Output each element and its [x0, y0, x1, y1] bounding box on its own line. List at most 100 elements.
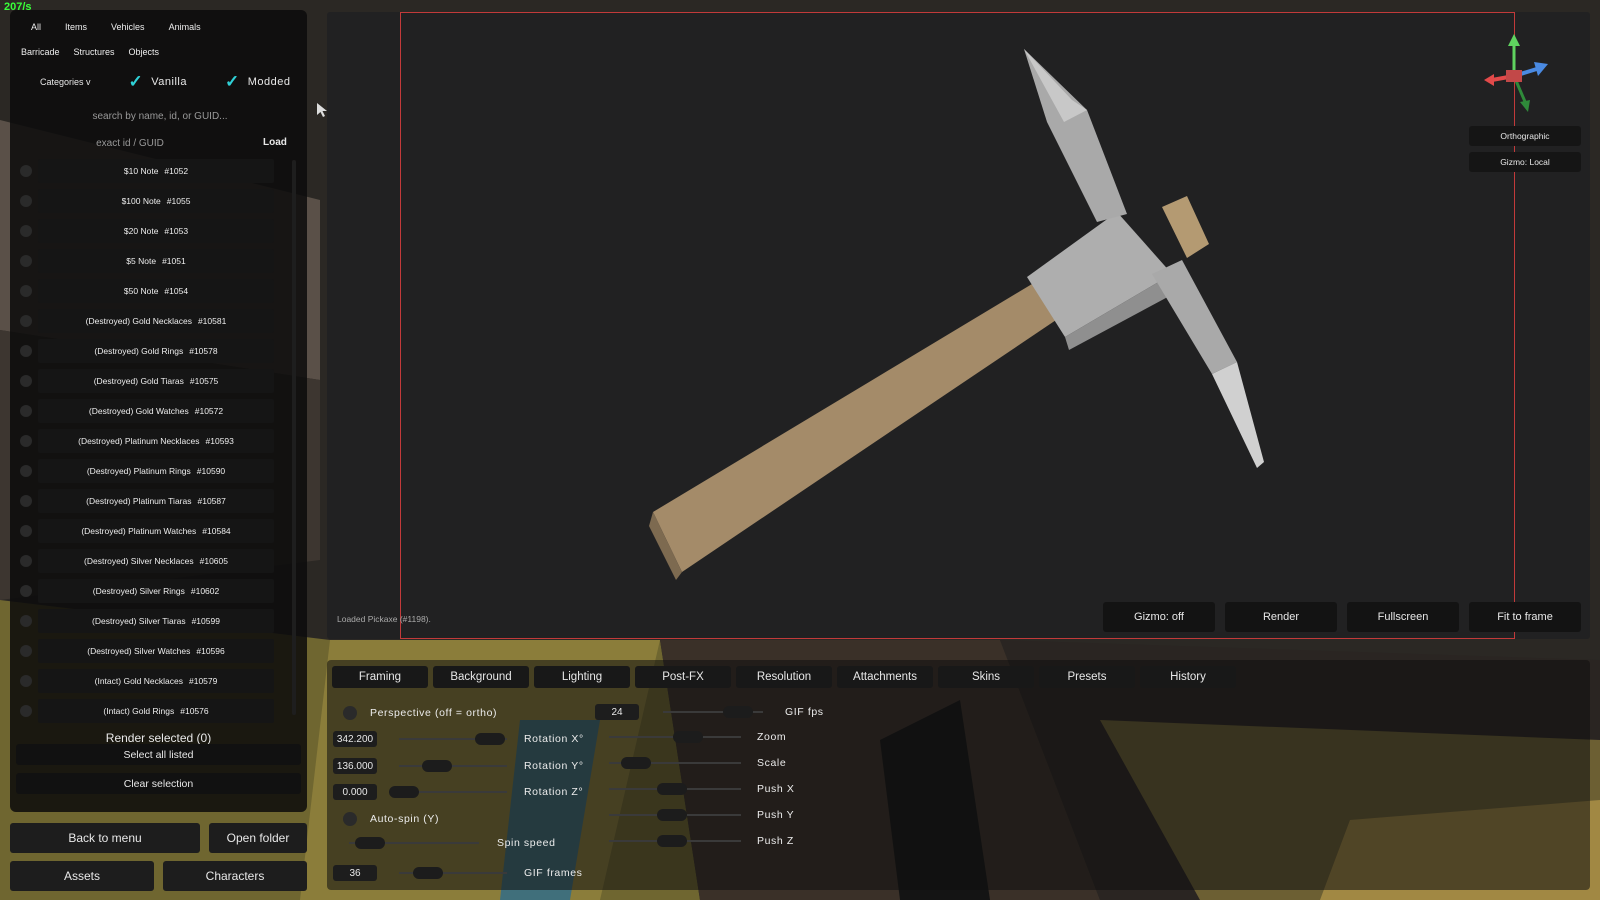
- list-item[interactable]: (Destroyed) Platinum Necklaces #10593: [10, 426, 300, 456]
- gizmo-space-button[interactable]: Gizmo: Local: [1469, 152, 1581, 172]
- fullscreen-button[interactable]: Fullscreen: [1347, 602, 1459, 632]
- select-checkbox[interactable]: [20, 675, 32, 687]
- fit-to-frame-button[interactable]: Fit to frame: [1469, 602, 1581, 632]
- select-checkbox[interactable]: [20, 375, 32, 387]
- select-checkbox[interactable]: [20, 645, 32, 657]
- rotation-y-value[interactable]: 136.000: [333, 758, 377, 774]
- select-checkbox[interactable]: [20, 285, 32, 297]
- list-item-label[interactable]: (Destroyed) Platinum Watches #10584: [38, 519, 274, 543]
- list-item[interactable]: (Destroyed) Gold Watches #10572: [10, 396, 300, 426]
- gif-fps-value[interactable]: 24: [595, 704, 639, 720]
- select-checkbox[interactable]: [20, 585, 32, 597]
- render-button[interactable]: Render: [1225, 602, 1337, 632]
- tab-resolution[interactable]: Resolution: [736, 666, 832, 688]
- modded-toggle[interactable]: ✓ Modded: [225, 72, 291, 92]
- load-button[interactable]: Load: [263, 137, 287, 148]
- spin-speed-slider-thumb[interactable]: [355, 837, 385, 849]
- list-item[interactable]: (Destroyed) Gold Necklaces #10581: [10, 306, 300, 336]
- list-item-label[interactable]: (Destroyed) Silver Watches #10596: [38, 639, 274, 663]
- list-item[interactable]: (Intact) Gold Rings #10576: [10, 696, 300, 723]
- list-item-label[interactable]: (Intact) Gold Necklaces #10579: [38, 669, 274, 693]
- list-item-label[interactable]: (Intact) Gold Rings #10576: [38, 699, 274, 723]
- list-item[interactable]: $20 Note #1053: [10, 216, 300, 246]
- list-item-label[interactable]: (Destroyed) Gold Necklaces #10581: [38, 309, 274, 333]
- select-checkbox[interactable]: [20, 345, 32, 357]
- characters-button[interactable]: Characters: [163, 861, 307, 891]
- list-item-label[interactable]: (Destroyed) Gold Tiaras #10575: [38, 369, 274, 393]
- tab-post-fx[interactable]: Post-FX: [635, 666, 731, 688]
- asset-list-scrollbar[interactable]: [292, 160, 296, 715]
- tab-barricade[interactable]: Barricade: [14, 47, 67, 57]
- tab-framing[interactable]: Framing: [332, 666, 428, 688]
- select-checkbox[interactable]: [20, 705, 32, 717]
- tab-vehicles[interactable]: Vehicles: [104, 22, 152, 32]
- render-viewport[interactable]: Orthographic Gizmo: Local Loaded Pickaxe…: [327, 12, 1590, 639]
- rotation-z-value[interactable]: 0.000: [333, 784, 377, 800]
- list-item[interactable]: (Destroyed) Silver Tiaras #10599: [10, 606, 300, 636]
- select-checkbox[interactable]: [20, 255, 32, 267]
- list-item[interactable]: (Destroyed) Platinum Rings #10590: [10, 456, 300, 486]
- list-item-label[interactable]: (Destroyed) Silver Necklaces #10605: [38, 549, 274, 573]
- axis-gizmo-icon[interactable]: [1482, 32, 1552, 122]
- list-item[interactable]: $100 Note #1055: [10, 186, 300, 216]
- clear-selection-button[interactable]: Clear selection: [16, 773, 301, 794]
- select-checkbox[interactable]: [20, 615, 32, 627]
- list-item-label[interactable]: (Destroyed) Platinum Tiaras #10587: [38, 489, 274, 513]
- list-item-label[interactable]: $20 Note #1053: [38, 219, 274, 243]
- list-item[interactable]: (Destroyed) Silver Rings #10602: [10, 576, 300, 606]
- list-item[interactable]: $50 Note #1054: [10, 276, 300, 306]
- gizmo-off-button[interactable]: Gizmo: off: [1103, 602, 1215, 632]
- list-item-label[interactable]: (Destroyed) Silver Tiaras #10599: [38, 609, 274, 633]
- scale-slider-thumb[interactable]: [621, 757, 651, 769]
- tab-animals[interactable]: Animals: [162, 22, 208, 32]
- rotation-z-slider-thumb[interactable]: [389, 786, 419, 798]
- select-checkbox[interactable]: [20, 165, 32, 177]
- rotation-y-slider-track[interactable]: [399, 765, 507, 767]
- auto-spin-toggle[interactable]: [343, 812, 357, 826]
- tab-presets[interactable]: Presets: [1039, 666, 1135, 688]
- list-item[interactable]: (Destroyed) Platinum Tiaras #10587: [10, 486, 300, 516]
- rotation-x-slider-thumb[interactable]: [475, 733, 505, 745]
- select-checkbox[interactable]: [20, 225, 32, 237]
- gif-frames-value[interactable]: 36: [333, 865, 377, 881]
- select-checkbox[interactable]: [20, 195, 32, 207]
- tab-objects[interactable]: Objects: [122, 47, 167, 57]
- render-selected-button[interactable]: Render selected (0): [10, 731, 307, 745]
- tab-structures[interactable]: Structures: [67, 47, 122, 57]
- list-item-label[interactable]: $5 Note #1051: [38, 249, 274, 273]
- push-y-slider-thumb[interactable]: [657, 809, 687, 821]
- rotation-x-value[interactable]: 342.200: [333, 731, 377, 747]
- assets-button[interactable]: Assets: [10, 861, 154, 891]
- list-item[interactable]: $5 Note #1051: [10, 246, 300, 276]
- vanilla-toggle[interactable]: ✓ Vanilla: [129, 72, 187, 92]
- tab-skins[interactable]: Skins: [938, 666, 1034, 688]
- back-to-menu-button[interactable]: Back to menu: [10, 823, 200, 853]
- list-item[interactable]: (Destroyed) Silver Watches #10596: [10, 636, 300, 666]
- perspective-toggle[interactable]: [343, 706, 357, 720]
- categories-dropdown[interactable]: Categories v: [40, 77, 91, 87]
- list-item-label[interactable]: (Destroyed) Gold Watches #10572: [38, 399, 274, 423]
- list-item[interactable]: (Destroyed) Silver Necklaces #10605: [10, 546, 300, 576]
- gif-fps-slider-thumb[interactable]: [723, 706, 753, 718]
- select-checkbox[interactable]: [20, 405, 32, 417]
- select-checkbox[interactable]: [20, 435, 32, 447]
- select-checkbox[interactable]: [20, 315, 32, 327]
- tab-all[interactable]: All: [24, 22, 48, 32]
- tab-attachments[interactable]: Attachments: [837, 666, 933, 688]
- list-item[interactable]: $10 Note #1052: [10, 156, 300, 186]
- list-item-label[interactable]: (Destroyed) Platinum Necklaces #10593: [38, 429, 274, 453]
- push-x-slider-thumb[interactable]: [657, 783, 687, 795]
- list-item[interactable]: (Destroyed) Gold Rings #10578: [10, 336, 300, 366]
- tab-background[interactable]: Background: [433, 666, 529, 688]
- list-item-label[interactable]: $100 Note #1055: [38, 189, 274, 213]
- tab-lighting[interactable]: Lighting: [534, 666, 630, 688]
- tab-history[interactable]: History: [1140, 666, 1236, 688]
- select-checkbox[interactable]: [20, 525, 32, 537]
- exact-id-input[interactable]: [40, 133, 220, 153]
- list-item-label[interactable]: (Destroyed) Silver Rings #10602: [38, 579, 274, 603]
- list-item-label[interactable]: $10 Note #1052: [38, 159, 274, 183]
- list-item[interactable]: (Destroyed) Gold Tiaras #10575: [10, 366, 300, 396]
- list-item[interactable]: (Intact) Gold Necklaces #10579: [10, 666, 300, 696]
- search-input[interactable]: [40, 106, 280, 126]
- select-all-button[interactable]: Select all listed: [16, 744, 301, 765]
